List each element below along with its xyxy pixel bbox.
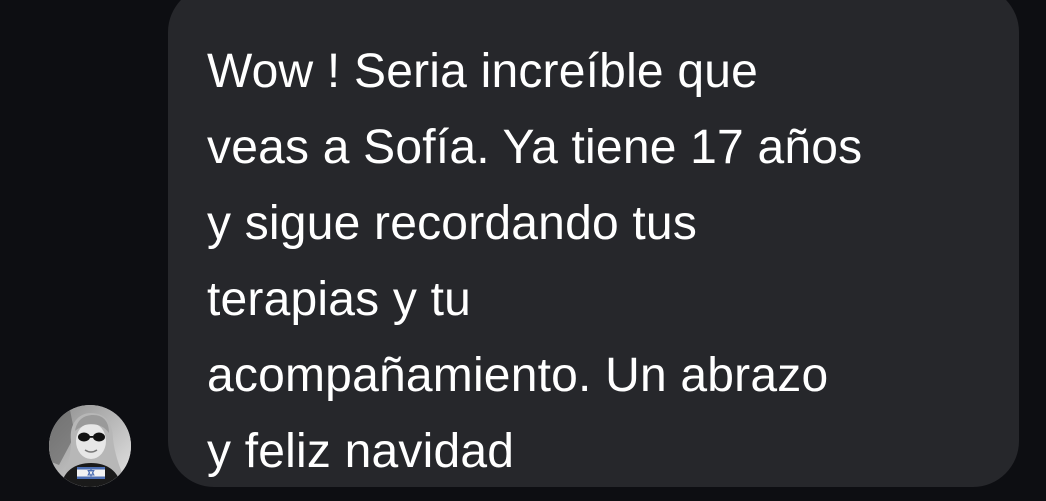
sender-avatar[interactable]: [49, 405, 131, 487]
message-text: Wow ! Seria increíble que veas a Sofía. …: [207, 45, 863, 478]
avatar-photo: [49, 405, 131, 487]
message-thread: Wow ! Seria increíble que veas a Sofía. …: [0, 0, 1046, 501]
message-bubble[interactable]: Wow ! Seria increíble que veas a Sofía. …: [168, 0, 1019, 487]
